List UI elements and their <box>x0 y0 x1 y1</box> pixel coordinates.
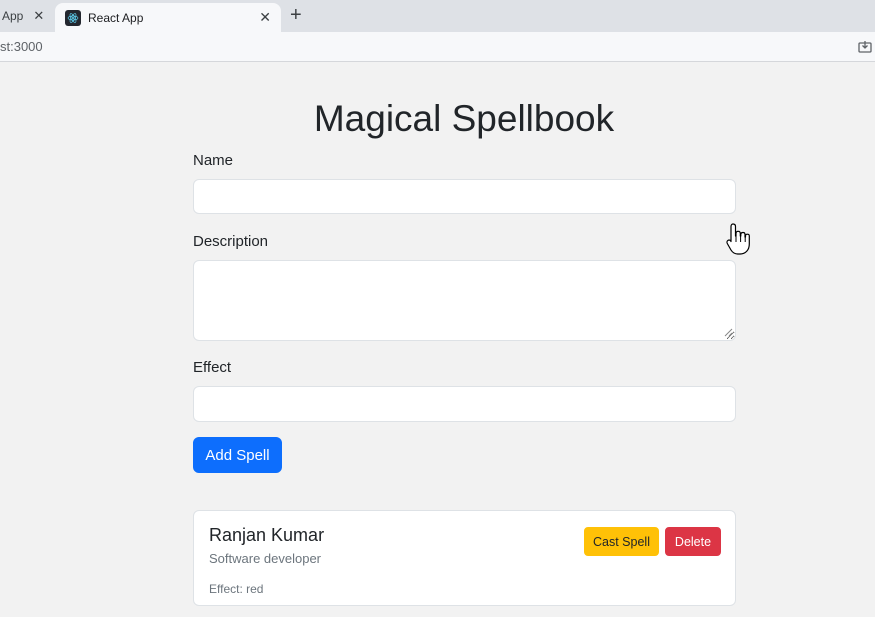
name-label: Name <box>193 152 234 169</box>
spell-name: Ranjan Kumar <box>209 525 325 545</box>
browser-tab-bar: App ✕ React App ✕ + <box>0 0 875 32</box>
cast-spell-button[interactable]: Cast Spell <box>584 527 659 556</box>
plus-icon[interactable]: + <box>290 4 302 26</box>
description-textarea[interactable] <box>193 260 736 341</box>
effect-label: Effect <box>193 359 232 376</box>
tab-title: App <box>2 9 24 23</box>
spell-description: Software developer <box>209 551 322 566</box>
install-icon[interactable] <box>858 40 872 54</box>
spell-effect: Effect: red <box>209 582 264 596</box>
close-icon[interactable]: ✕ <box>259 9 271 26</box>
delete-button[interactable]: Delete <box>665 527 721 556</box>
add-spell-button[interactable]: Add Spell <box>193 437 282 473</box>
react-favicon-icon <box>65 9 81 26</box>
close-icon[interactable]: ✕ <box>33 8 44 24</box>
page-title: Magical Spellbook <box>313 98 615 139</box>
name-input[interactable] <box>193 179 736 214</box>
address-bar[interactable]: st:3000 <box>0 32 875 62</box>
browser-tab-previous[interactable]: App ✕ <box>0 0 55 32</box>
effect-input[interactable] <box>193 386 736 422</box>
browser-tab-active[interactable]: React App ✕ <box>55 3 281 32</box>
hand-cursor-icon <box>726 223 750 255</box>
resize-grip-icon[interactable] <box>724 328 733 337</box>
spell-card: Ranjan Kumar Software developer Effect: … <box>193 510 736 606</box>
tab-title: React App <box>88 10 144 25</box>
url-text[interactable]: st:3000 <box>0 39 43 54</box>
description-label: Description <box>193 233 269 250</box>
